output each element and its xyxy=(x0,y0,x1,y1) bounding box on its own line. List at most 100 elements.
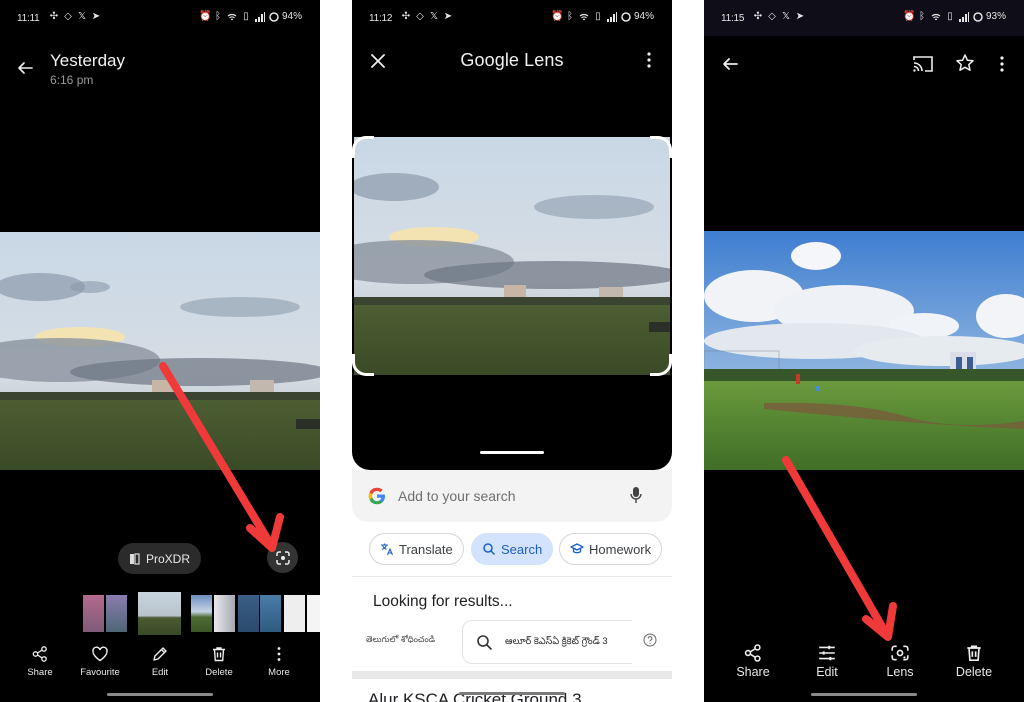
status-bar: 11:12 ✣ ◇ 𝕏 ➤ ⏰ ᛒ ▯ 94% xyxy=(352,0,672,36)
photo-actions-bar: Share Favourite Edit Delete More xyxy=(0,645,320,685)
edit-label: Edit xyxy=(816,665,838,679)
delete-label: Delete xyxy=(205,667,233,678)
wifi-icon xyxy=(579,11,589,22)
divider xyxy=(352,576,672,577)
alarm-icon: ⏰ xyxy=(550,11,564,22)
search-in-telugu-label[interactable]: తెలుగులో శోధించండి xyxy=(366,634,435,647)
edit-label: Edit xyxy=(151,667,169,678)
proxdr-label: ProXDR xyxy=(145,551,190,566)
more-vertical-icon[interactable] xyxy=(646,51,652,69)
status-bar: 11:11 ✣ ◇ 𝕏 ➤ ⏰ ᛒ ▯ 94% xyxy=(0,0,320,36)
photos-screen: 11:15 ✣ ◇ 𝕏 ➤ ⏰ ᛒ ▯ 93% Share Edit Lens … xyxy=(704,0,1024,702)
volte-icon: ▯ xyxy=(947,11,953,22)
more-vertical-icon xyxy=(277,647,281,661)
lens-button[interactable] xyxy=(267,542,298,573)
chip-translate[interactable]: Translate xyxy=(369,533,464,565)
lens-selected-image[interactable] xyxy=(354,137,670,375)
telugu-search-suggestion[interactable]: ఆలూర్ కెఎస్‌ఏ క్రికెట్ గ్రౌండ్ 3 xyxy=(462,620,632,664)
battery-icon xyxy=(621,11,631,22)
gesture-home-bar[interactable] xyxy=(811,693,917,696)
photo-actions-bar: Share Edit Lens Delete xyxy=(704,643,1024,683)
bluetooth-icon: ᛒ xyxy=(214,11,221,22)
thumbnail[interactable] xyxy=(214,595,235,632)
alarm-icon: ⏰ xyxy=(198,11,212,22)
thumbnail[interactable] xyxy=(238,595,259,632)
lens-title: Google Lens xyxy=(460,50,564,70)
chip-search[interactable]: Search xyxy=(471,533,554,565)
search-icon xyxy=(483,543,496,556)
slack-icon: ✣ xyxy=(49,11,59,22)
x-icon: 𝕏 xyxy=(429,11,439,22)
signal-icon xyxy=(606,11,617,22)
back-arrow-icon[interactable] xyxy=(720,54,740,74)
thumbnail[interactable] xyxy=(106,595,127,632)
battery-percent: 94% xyxy=(633,11,654,22)
battery-icon xyxy=(973,11,983,22)
status-bar: 11:15 ✣ ◇ 𝕏 ➤ ⏰ ᛒ ▯ 93% xyxy=(704,0,1024,36)
telugu-query: ఆలూర్ కెఎస్‌ఏ క్రికెట్ గ్రౌండ్ 3 xyxy=(505,636,608,647)
back-arrow-icon[interactable] xyxy=(15,58,35,78)
google-logo-icon xyxy=(368,487,385,505)
heart-icon xyxy=(92,646,108,662)
sync-icon: ◇ xyxy=(768,11,776,22)
sync-icon: ◇ xyxy=(416,11,424,22)
google-lens-screen: 11:12 ✣ ◇ 𝕏 ➤ ⏰ ᛒ ▯ 94% Google Lens Add … xyxy=(352,0,672,702)
alarm-icon: ⏰ xyxy=(902,11,916,22)
x-icon: 𝕏 xyxy=(781,11,791,22)
gesture-home-bar[interactable] xyxy=(107,693,213,696)
graduation-cap-icon xyxy=(570,543,584,554)
cast-icon[interactable] xyxy=(912,54,934,74)
delete-label: Delete xyxy=(955,665,993,679)
telegram-icon: ➤ xyxy=(795,11,805,22)
volte-icon: ▯ xyxy=(595,11,601,22)
delete-button[interactable]: Delete xyxy=(942,643,1006,679)
add-to-search-box[interactable]: Add to your search xyxy=(352,470,672,522)
thumbnail[interactable] xyxy=(307,595,320,632)
share-label: Share xyxy=(27,667,53,678)
delete-button[interactable]: Delete xyxy=(189,645,249,678)
trash-icon xyxy=(967,645,981,662)
share-button[interactable]: Share xyxy=(10,645,70,678)
chip-homework[interactable]: Homework xyxy=(559,533,663,565)
search-icon xyxy=(477,635,493,651)
loading-status: Looking for results... xyxy=(373,593,513,610)
main-photo[interactable] xyxy=(0,232,320,470)
thumbnail[interactable] xyxy=(191,595,212,632)
battery-percent: 94% xyxy=(281,11,302,22)
thumbnail-selected[interactable] xyxy=(138,592,181,635)
bluetooth-icon: ᛒ xyxy=(566,11,573,22)
crop-handle-top-left[interactable] xyxy=(352,136,374,158)
thumbnail-strip[interactable] xyxy=(0,590,320,636)
thumbnail[interactable] xyxy=(260,595,281,632)
sheet-drag-handle[interactable] xyxy=(480,451,544,454)
bluetooth-icon: ᛒ xyxy=(918,11,925,22)
x-icon: 𝕏 xyxy=(77,11,87,22)
star-icon[interactable] xyxy=(955,53,975,73)
thumbnail[interactable] xyxy=(83,595,104,632)
battery-icon xyxy=(269,11,279,22)
wifi-icon xyxy=(227,11,237,22)
thumbnail[interactable] xyxy=(284,595,305,632)
favourite-label: Favourite xyxy=(80,667,120,678)
help-icon[interactable] xyxy=(643,633,657,647)
lens-viewer: 11:12 ✣ ◇ 𝕏 ➤ ⏰ ᛒ ▯ 94% Google Lens xyxy=(352,0,672,470)
favourite-button[interactable]: Favourite xyxy=(70,645,130,678)
translate-icon xyxy=(381,543,394,556)
main-photo[interactable] xyxy=(704,231,1024,470)
telegram-icon: ➤ xyxy=(443,11,453,22)
more-button[interactable]: More xyxy=(249,645,309,678)
gallery-screen: 11:11 ✣ ◇ 𝕏 ➤ ⏰ ᛒ ▯ 94% Yesterday 6:16 p… xyxy=(0,0,320,702)
lens-icon xyxy=(275,550,290,565)
share-button[interactable]: Share xyxy=(721,643,785,679)
signal-icon xyxy=(254,11,265,22)
proxdr-icon xyxy=(129,552,140,565)
status-time: 11:11 xyxy=(17,13,40,24)
lens-button[interactable]: Lens xyxy=(868,643,932,679)
proxdr-button[interactable]: ProXDR xyxy=(118,543,201,574)
lens-label: Lens xyxy=(886,665,914,679)
edit-button[interactable]: Edit xyxy=(130,645,190,678)
gesture-home-bar[interactable] xyxy=(459,692,565,695)
more-vertical-icon[interactable] xyxy=(999,55,1005,73)
edit-button[interactable]: Edit xyxy=(795,643,859,679)
microphone-icon[interactable] xyxy=(630,486,642,504)
